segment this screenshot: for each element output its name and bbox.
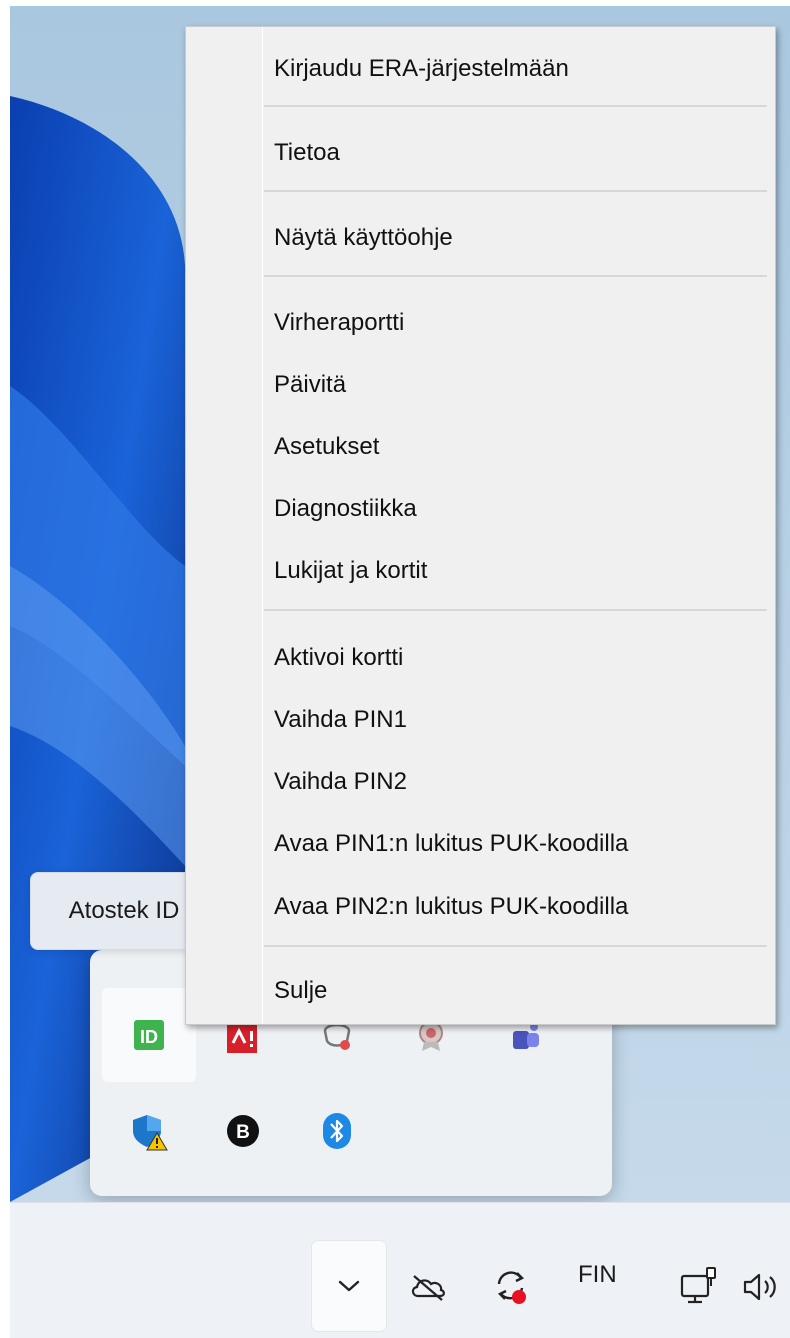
menu-item-paivita[interactable]: Päivitä: [274, 371, 346, 399]
taskbar: FIN: [10, 1202, 790, 1338]
b-circle-icon-label: B: [236, 1122, 250, 1143]
menu-separator: [264, 609, 767, 611]
tray-atostek-id[interactable]: ID: [102, 988, 196, 1082]
language-indicator[interactable]: FIN: [578, 1261, 617, 1289]
menu-separator: [264, 190, 767, 192]
atostek-id-icon-label: ID: [140, 1027, 158, 1047]
menu-item-tietoa[interactable]: Tietoa: [274, 139, 340, 167]
defender-warning-icon: [133, 1115, 168, 1151]
b-circle-icon: B: [227, 1115, 259, 1147]
tray-b-app[interactable]: B: [196, 1084, 290, 1178]
context-menu: Kirjaudu ERA-järjestelmään Tietoa Näytä …: [185, 26, 776, 1025]
menu-separator: [264, 105, 767, 107]
menu-item-lukijat-ja-kortit[interactable]: Lukijat ja kortit: [274, 557, 427, 585]
volume-button[interactable]: [738, 1265, 784, 1309]
volume-icon: [743, 1273, 776, 1301]
bluetooth-icon: [323, 1113, 351, 1149]
menu-item-aktivoi-kortti[interactable]: Aktivoi kortti: [274, 644, 403, 672]
atostek-id-icon: ID: [134, 1020, 164, 1050]
network-icon: [680, 1267, 716, 1304]
chevron-down-icon: [338, 1280, 360, 1292]
show-hidden-icons-button[interactable]: [312, 1241, 386, 1331]
tray-bluetooth[interactable]: [290, 1084, 384, 1178]
sync-status-icon: [497, 1271, 526, 1304]
menu-separator: [264, 275, 767, 277]
sync-status-button[interactable]: [486, 1261, 536, 1311]
menu-item-kirjaudu-era[interactable]: Kirjaudu ERA-järjestelmään: [274, 55, 569, 83]
network-button[interactable]: [676, 1261, 722, 1311]
menu-item-vaihda-pin2[interactable]: Vaihda PIN2: [274, 768, 407, 796]
menu-gutter-divider: [262, 27, 263, 1024]
menu-item-virheraportti[interactable]: Virheraportti: [274, 309, 404, 337]
menu-item-nayta-kayttoohje[interactable]: Näytä käyttöohje: [274, 224, 453, 252]
menu-item-sulje[interactable]: Sulje: [274, 977, 327, 1005]
menu-item-avaa-pin2-lukitus[interactable]: Avaa PIN2:n lukitus PUK-koodilla: [274, 893, 628, 921]
menu-item-diagnostiikka[interactable]: Diagnostiikka: [274, 495, 417, 523]
menu-item-asetukset[interactable]: Asetukset: [274, 433, 379, 461]
onedrive-offline-icon: [411, 1275, 445, 1301]
tray-defender[interactable]: [102, 1084, 196, 1178]
menu-item-vaihda-pin1[interactable]: Vaihda PIN1: [274, 706, 407, 734]
onedrive-button[interactable]: [406, 1265, 450, 1309]
menu-item-avaa-pin1-lukitus[interactable]: Avaa PIN1:n lukitus PUK-koodilla: [274, 830, 628, 858]
menu-separator: [264, 945, 767, 947]
